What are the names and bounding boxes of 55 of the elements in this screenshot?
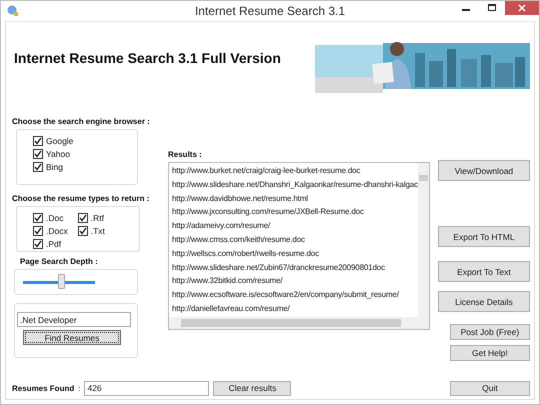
- checkbox-square[interactable]: [33, 162, 43, 172]
- section-label: Choose the resume types to return :: [12, 193, 150, 204]
- checkbox-square[interactable]: [33, 149, 43, 159]
- result-url[interactable]: http://www.jxconsulting.com/resume/JXBell-Resume.doc: [172, 206, 418, 219]
- checkbox-square[interactable]: [33, 226, 43, 236]
- slider-thumb[interactable]: [58, 274, 66, 289]
- results-list[interactable]: [168, 162, 430, 330]
- action-button[interactable]: Post Job (Free): [450, 324, 530, 340]
- checkbox[interactable]: Yahoo: [33, 149, 137, 159]
- action-button[interactable]: License Details: [438, 291, 530, 312]
- found-separator: :: [78, 382, 80, 394]
- close-button[interactable]: [505, 1, 539, 15]
- results-label: Results :: [168, 149, 203, 160]
- keyword-field[interactable]: .Net Developer: [17, 312, 131, 327]
- result-url[interactable]: http://wellscs.com/robert/rwells-resume.doc: [172, 248, 418, 260]
- action-button[interactable]: View/Download: [438, 160, 530, 181]
- result-url[interactable]: http://www.slideshare.net/Dhanshri_Kalgaonkar/resume-dhanshri-kalgac: [172, 178, 418, 192]
- action-button[interactable]: Get Help!: [450, 345, 530, 361]
- checkbox[interactable]: Bing: [33, 162, 137, 172]
- maximize-icon: [488, 4, 496, 12]
- checkbox-square[interactable]: [78, 213, 88, 223]
- window-title: Internet Resume Search 3.1: [194, 4, 346, 18]
- checkbox[interactable]: .Txt: [78, 226, 105, 236]
- checkbox-square[interactable]: [33, 239, 43, 249]
- find-resumes-button[interactable]: Find Resumes: [23, 330, 121, 345]
- checkbox-square[interactable]: [33, 213, 43, 223]
- close-icon: [518, 4, 526, 12]
- found-count-field[interactable]: 426: [84, 380, 210, 396]
- result-url[interactable]: http://daniellefavreau.com/resume/: [172, 302, 418, 316]
- clear-results-button[interactable]: Clear results: [213, 380, 292, 396]
- result-url[interactable]: http://www.32bitkid.com/resume/: [172, 275, 418, 288]
- result-url[interactable]: http://www.ecsoftware.is/ecsoftware2/en/company/submit_resume/: [172, 289, 418, 302]
- vertical-scrollbar[interactable]: [418, 163, 429, 317]
- section-label: Choose the search engine browser :: [12, 116, 151, 127]
- found-label: Resumes Found: [12, 382, 74, 394]
- checkbox[interactable]: Google: [33, 136, 137, 146]
- quit-button[interactable]: Quit: [450, 380, 530, 396]
- horizontal-scrollbar[interactable]: [169, 317, 429, 329]
- checkbox[interactable]: .Rtf: [78, 213, 105, 223]
- result-url[interactable]: http://www.cmss.com/keith/resume.doc: [172, 234, 418, 246]
- action-button[interactable]: Export To HTML: [438, 226, 530, 247]
- result-url[interactable]: http://www.slideshare.net/Zubin67/dranckresume20090801doc: [172, 262, 418, 274]
- section-label: Page Search Depth :: [20, 256, 99, 267]
- checkbox[interactable]: .Doc: [33, 213, 68, 223]
- app-heading: Internet Resume Search 3.1 Full Version: [14, 50, 281, 66]
- result-url[interactable]: http://adameivy.com/resume/: [172, 220, 418, 232]
- checkbox-square[interactable]: [33, 136, 43, 146]
- result-url[interactable]: http://www.burket.net/craig/craig-lee-burket-resume.doc: [172, 165, 418, 178]
- checkbox-square[interactable]: [78, 226, 88, 236]
- checkbox[interactable]: .Pdf: [33, 239, 68, 249]
- action-button[interactable]: Export To Text: [438, 261, 530, 282]
- app-icon: [7, 5, 19, 17]
- checkbox[interactable]: .Docx: [33, 226, 68, 236]
- result-url[interactable]: http://www.davidbhowe.net/resume.html: [172, 192, 418, 205]
- depth-slider[interactable]: [21, 274, 97, 290]
